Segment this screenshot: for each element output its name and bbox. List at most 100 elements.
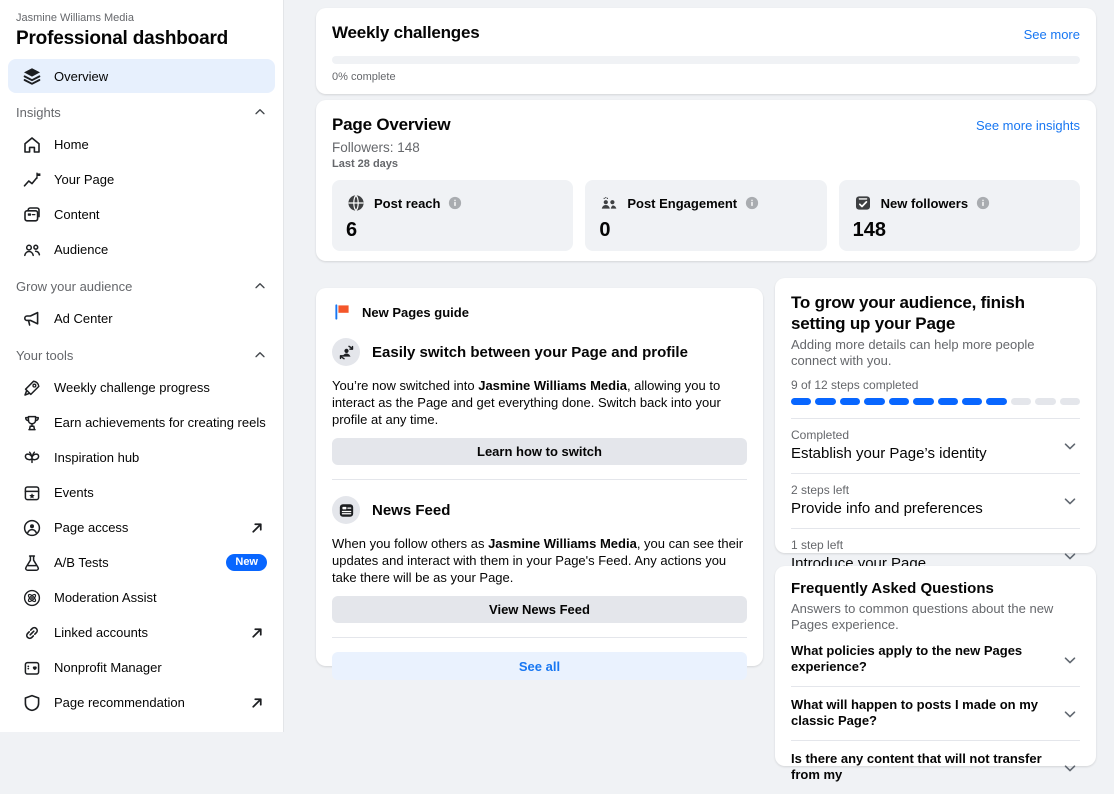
progress-pill <box>1011 398 1031 405</box>
guide-section-body: You’re now switched into Jasmine William… <box>332 377 747 428</box>
progress-pill <box>1035 398 1055 405</box>
trophy-icon <box>22 413 42 433</box>
sidebar-item-home[interactable]: Home <box>8 127 275 162</box>
sidebar-section-grow-your-audience[interactable]: Grow your audience <box>16 271 267 301</box>
stat-new-followers: New followers 148 <box>839 180 1080 251</box>
atom-icon <box>22 588 42 608</box>
stat-value: 0 <box>599 219 812 242</box>
new-pages-guide-card: New Pages guide Easily switch between yo… <box>316 288 763 666</box>
sidebar-item-ad-center[interactable]: Ad Center <box>8 301 275 336</box>
faq-question[interactable]: Is there any content that will not trans… <box>791 741 1080 794</box>
faq-question[interactable]: What will happen to posts I made on my c… <box>791 687 1080 741</box>
sidebar-item-label: Page access <box>54 520 128 535</box>
flag-icon <box>332 302 352 322</box>
followers-count: Followers: 148 <box>332 140 1080 155</box>
page-title: Professional dashboard <box>16 27 267 51</box>
badge-heart-icon <box>22 658 42 678</box>
progress-pill <box>791 398 811 405</box>
info-icon[interactable] <box>745 196 759 210</box>
steps-completed-label: 9 of 12 steps completed <box>791 378 1080 392</box>
stat-post-reach: Post reach 6 <box>332 180 573 251</box>
sidebar-item-linked-accounts[interactable]: Linked accounts <box>8 615 275 650</box>
chevron-up-icon[interactable] <box>253 279 267 293</box>
sidebar-item-ab-tests[interactable]: A/B Tests New <box>8 545 275 580</box>
sidebar-item-label: Content <box>54 207 100 222</box>
faq-question[interactable]: What policies apply to the new Pages exp… <box>791 633 1080 687</box>
chart-trend-icon <box>22 170 42 190</box>
sidebar-item-label: Events <box>54 485 94 500</box>
sidebar-item-label: Overview <box>54 69 108 84</box>
see-more-insights-link[interactable]: See more insights <box>976 118 1080 133</box>
faq-card: Frequently Asked Questions Answers to co… <box>775 566 1096 766</box>
content-icon <box>22 205 42 225</box>
sidebar-item-label: Weekly challenge progress <box>54 380 210 395</box>
sidebar-item-audience[interactable]: Audience <box>8 232 275 267</box>
chevron-down-icon[interactable] <box>1062 652 1078 668</box>
chevron-up-icon[interactable] <box>253 105 267 119</box>
info-icon[interactable] <box>976 196 990 210</box>
stat-value: 148 <box>853 219 1066 242</box>
step-title: Provide info and preferences <box>791 500 1056 518</box>
chevron-down-icon[interactable] <box>1062 493 1078 509</box>
divider <box>332 479 747 480</box>
weekly-progress-bar <box>332 56 1080 64</box>
chevron-down-icon[interactable] <box>1062 438 1078 454</box>
page-setup-card: To grow your audience, finish setting up… <box>775 278 1096 553</box>
view-news-feed-button[interactable]: View News Feed <box>332 596 747 623</box>
sidebar-item-nonprofit-manager[interactable]: Nonprofit Manager <box>8 650 275 685</box>
external-arrow-icon <box>247 693 267 713</box>
sidebar-item-events[interactable]: Events <box>8 475 275 510</box>
sidebar-item-moderation-assist[interactable]: Moderation Assist <box>8 580 275 615</box>
sidebar-item-label: Audience <box>54 242 108 257</box>
section-label: Your tools <box>16 348 73 363</box>
info-icon[interactable] <box>448 196 462 210</box>
sidebar-item-overview[interactable]: Overview <box>8 59 275 93</box>
sidebar-item-label: Inspiration hub <box>54 450 139 465</box>
see-more-link[interactable]: See more <box>1024 27 1080 42</box>
sidebar-item-content[interactable]: Content <box>8 197 275 232</box>
progress-pill <box>913 398 933 405</box>
sidebar-item-page-access[interactable]: Page access <box>8 510 275 545</box>
switch-profile-icon <box>337 343 356 362</box>
sidebar-item-your-page[interactable]: Your Page <box>8 162 275 197</box>
progress-pill <box>938 398 958 405</box>
step-status: 2 steps left <box>791 483 1056 497</box>
new-badge: New <box>226 554 267 571</box>
sidebar-section-insights[interactable]: Insights <box>16 97 267 127</box>
progress-pill <box>864 398 884 405</box>
sidebar-item-label: Earn achievements for creating reels <box>54 415 266 430</box>
sidebar-item-weekly-challenge-progress[interactable]: Weekly challenge progress <box>8 370 275 405</box>
step-title: Establish your Page’s identity <box>791 445 1056 463</box>
page-overview-card: Page Overview See more insights Follower… <box>316 100 1096 261</box>
setup-subtitle: Adding more details can help more people… <box>791 337 1080 369</box>
guide-section-title: Easily switch between your Page and prof… <box>372 344 688 361</box>
see-all-button[interactable]: See all <box>332 652 747 680</box>
sidebar-item-earn-achievements[interactable]: Earn achievements for creating reels <box>8 405 275 440</box>
chevron-down-icon[interactable] <box>1062 548 1078 564</box>
link-icon <box>22 623 42 643</box>
icon-circle <box>332 338 360 366</box>
sidebar-section-your-tools[interactable]: Your tools <box>16 340 267 370</box>
sidebar: Jasmine Williams Media Professional dash… <box>0 0 284 732</box>
guide-header-label: New Pages guide <box>362 305 469 320</box>
chevron-down-icon[interactable] <box>1062 760 1078 776</box>
sidebar-item-inspiration-hub[interactable]: Inspiration hub <box>8 440 275 475</box>
shield-icon <box>22 693 42 713</box>
setup-row-info-preferences[interactable]: 2 steps left Provide info and preference… <box>791 474 1080 529</box>
chevron-up-icon[interactable] <box>253 348 267 362</box>
sidebar-item-label: A/B Tests <box>54 555 109 570</box>
progress-pill <box>962 398 982 405</box>
sidebar-item-label: Nonprofit Manager <box>54 660 162 675</box>
setup-row-identity[interactable]: Completed Establish your Page’s identity <box>791 419 1080 474</box>
stat-label: New followers <box>881 196 968 211</box>
page-overview-title: Page Overview <box>332 114 1080 135</box>
guide-section-news-feed: News Feed <box>332 496 747 524</box>
faq-subtitle: Answers to common questions about the ne… <box>791 601 1080 633</box>
learn-how-to-switch-button[interactable]: Learn how to switch <box>332 438 747 465</box>
sidebar-item-label: Page recommendation <box>54 695 185 710</box>
progress-pill <box>840 398 860 405</box>
chevron-down-icon[interactable] <box>1062 706 1078 722</box>
stat-post-engagement: Post Engagement 0 <box>585 180 826 251</box>
sidebar-item-page-recommendation[interactable]: Page recommendation <box>8 685 275 720</box>
setup-title: To grow your audience, finish setting up… <box>791 292 1080 334</box>
